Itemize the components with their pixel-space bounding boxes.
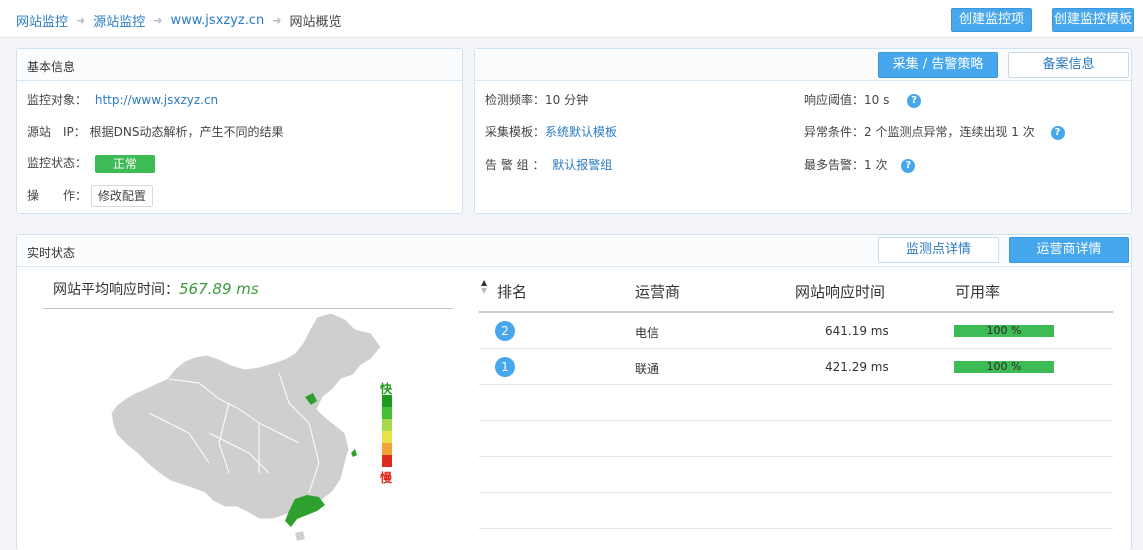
- table-row-divider: [479, 492, 1113, 493]
- max-alarm-value: 1 次: [864, 158, 888, 172]
- freq-row: 检测频率：10 分钟: [485, 91, 588, 108]
- monitor-point-detail-button[interactable]: 监测点详情: [878, 237, 999, 263]
- legend-swatch: [382, 395, 392, 407]
- operation-row: 操 作： 修改配置: [27, 185, 153, 207]
- china-map[interactable]: [109, 312, 419, 543]
- china-map-svg: [110, 312, 382, 541]
- create-monitor-template-button[interactable]: 创建监控模板: [1052, 8, 1134, 32]
- table-row-divider: [479, 420, 1113, 421]
- table-header-divider: [479, 311, 1113, 313]
- table-row-divider: [479, 528, 1113, 529]
- isp-detail-button[interactable]: 运营商详情: [1009, 237, 1129, 263]
- response-time: 421.29 ms: [825, 360, 889, 374]
- ip-value: 根据DNS动态解析，产生不同的结果: [89, 125, 284, 139]
- basic-info-panel: 基本信息 监控对象： http://www.jsxzyz.cn 源站 IP： 根…: [16, 48, 463, 214]
- detection-header: 采集 / 告警策略 备案信息: [475, 49, 1131, 81]
- avg-response: 网站平均响应时间：567.89 ms: [53, 279, 259, 299]
- alarm-group-label: 告 警 组 ：: [485, 158, 545, 172]
- edit-config-button[interactable]: 修改配置: [90, 185, 153, 207]
- help-icon[interactable]: ?: [1050, 125, 1065, 140]
- template-row: 采集模板：系统默认模板: [485, 123, 617, 140]
- realtime-title: 实时状态: [27, 246, 76, 260]
- table-row-divider: [479, 348, 1113, 349]
- basic-info-title: 基本信息: [27, 60, 76, 74]
- help-icon[interactable]: ?: [907, 93, 922, 108]
- avg-response-value: 567.89 ms: [179, 280, 259, 298]
- threshold-row: 响应阈值：10 s ?: [804, 91, 922, 108]
- legend-swatch: [382, 455, 392, 467]
- template-link[interactable]: 系统默认模板: [545, 125, 617, 139]
- table-row-divider: [479, 456, 1113, 457]
- alarm-group-link[interactable]: 默认报警组: [552, 158, 612, 172]
- ip-row: 源站 IP： 根据DNS动态解析，产生不同的结果: [27, 123, 283, 140]
- alarm-group-row: 告 警 组 ： 默认报警组: [485, 156, 612, 173]
- column-header-rank[interactable]: 排名: [497, 281, 527, 302]
- column-header-isp: 运营商: [635, 283, 681, 301]
- arrow-right-icon: ➜: [76, 14, 86, 27]
- rank-badge: 1: [495, 357, 515, 377]
- legend-swatch: [382, 419, 392, 431]
- detection-panel: 采集 / 告警策略 备案信息 检测频率：10 分钟 采集模板：系统默认模板 告 …: [474, 48, 1132, 214]
- availability-bar: 100 %: [954, 361, 1054, 373]
- arrow-right-icon: ➜: [272, 14, 282, 27]
- target-url-link[interactable]: http://www.jsxzyz.cn: [95, 93, 218, 107]
- freq-value: 10 分钟: [545, 93, 589, 107]
- target-label: 监控对象：: [27, 93, 88, 107]
- operation-label: 操 作：: [27, 188, 88, 203]
- column-header-availability: 可用率: [955, 283, 1001, 301]
- ip-label: 源站 IP：: [27, 125, 86, 139]
- realtime-panel: 实时状态 监测点详情 运营商详情 网站平均响应时间：567.89 ms 快 慢 …: [16, 234, 1132, 550]
- breadcrumb-domain[interactable]: www.jsxzyz.cn: [170, 13, 264, 28]
- collect-alarm-policy-button[interactable]: 采集 / 告警策略: [878, 52, 998, 78]
- breadcrumb-current: 网站概览: [289, 15, 342, 30]
- legend-slow-label: 慢: [380, 471, 393, 485]
- response-time: 641.19 ms: [825, 324, 889, 338]
- isp-name: 联通: [635, 362, 660, 376]
- condition-label: 异常条件：: [804, 125, 865, 139]
- create-monitor-item-button[interactable]: 创建监控项: [951, 8, 1032, 32]
- isp-name: 电信: [635, 326, 660, 340]
- condition-row: 异常条件：2 个监测点异常，连续出现 1 次 ?: [804, 123, 1065, 140]
- status-label: 监控状态：: [27, 156, 88, 170]
- realtime-header: 实时状态 监测点详情 运营商详情: [17, 235, 1131, 267]
- help-icon[interactable]: ?: [901, 158, 916, 173]
- threshold-value: 10 s: [864, 93, 890, 107]
- avg-response-label: 网站平均响应时间：: [53, 282, 179, 298]
- legend-swatch: [382, 431, 392, 443]
- legend-swatch: [382, 407, 392, 419]
- max-alarm-row: 最多告警：1 次 ?: [804, 156, 916, 173]
- basic-info-header: 基本信息: [17, 49, 462, 81]
- freq-label: 检测频率：: [485, 93, 546, 107]
- max-alarm-label: 最多告警：: [804, 158, 865, 172]
- legend-swatch: [382, 443, 392, 455]
- status-row: 监控状态： 正常: [27, 154, 155, 173]
- target-row: 监控对象： http://www.jsxzyz.cn: [27, 91, 218, 108]
- condition-value: 2 个监测点异常，连续出现 1 次: [864, 125, 1035, 139]
- breadcrumb: 网站监控 ➜ 源站监控 ➜ www.jsxzyz.cn ➜ 网站概览: [16, 11, 341, 30]
- availability-bar: 100 %: [954, 325, 1054, 337]
- rank-badge: 2: [495, 321, 515, 341]
- breadcrumb-origin-monitor[interactable]: 源站监控: [93, 11, 145, 30]
- column-header-response-time: 网站响应时间: [795, 283, 886, 301]
- breadcrumb-website-monitor[interactable]: 网站监控: [16, 11, 68, 30]
- threshold-label: 响应阈值：: [804, 93, 865, 107]
- speed-legend: [382, 395, 392, 467]
- divider: [43, 308, 453, 309]
- arrow-right-icon: ➜: [153, 14, 163, 27]
- sort-icon[interactable]: ▲ ▼: [481, 279, 491, 295]
- status-badge: 正常: [94, 154, 155, 173]
- top-bar: 网站监控 ➜ 源站监控 ➜ www.jsxzyz.cn ➜ 网站概览 创建监控项…: [0, 0, 1143, 38]
- template-label: 采集模板：: [485, 125, 546, 139]
- record-info-button[interactable]: 备案信息: [1008, 52, 1129, 78]
- table-row-divider: [479, 384, 1113, 385]
